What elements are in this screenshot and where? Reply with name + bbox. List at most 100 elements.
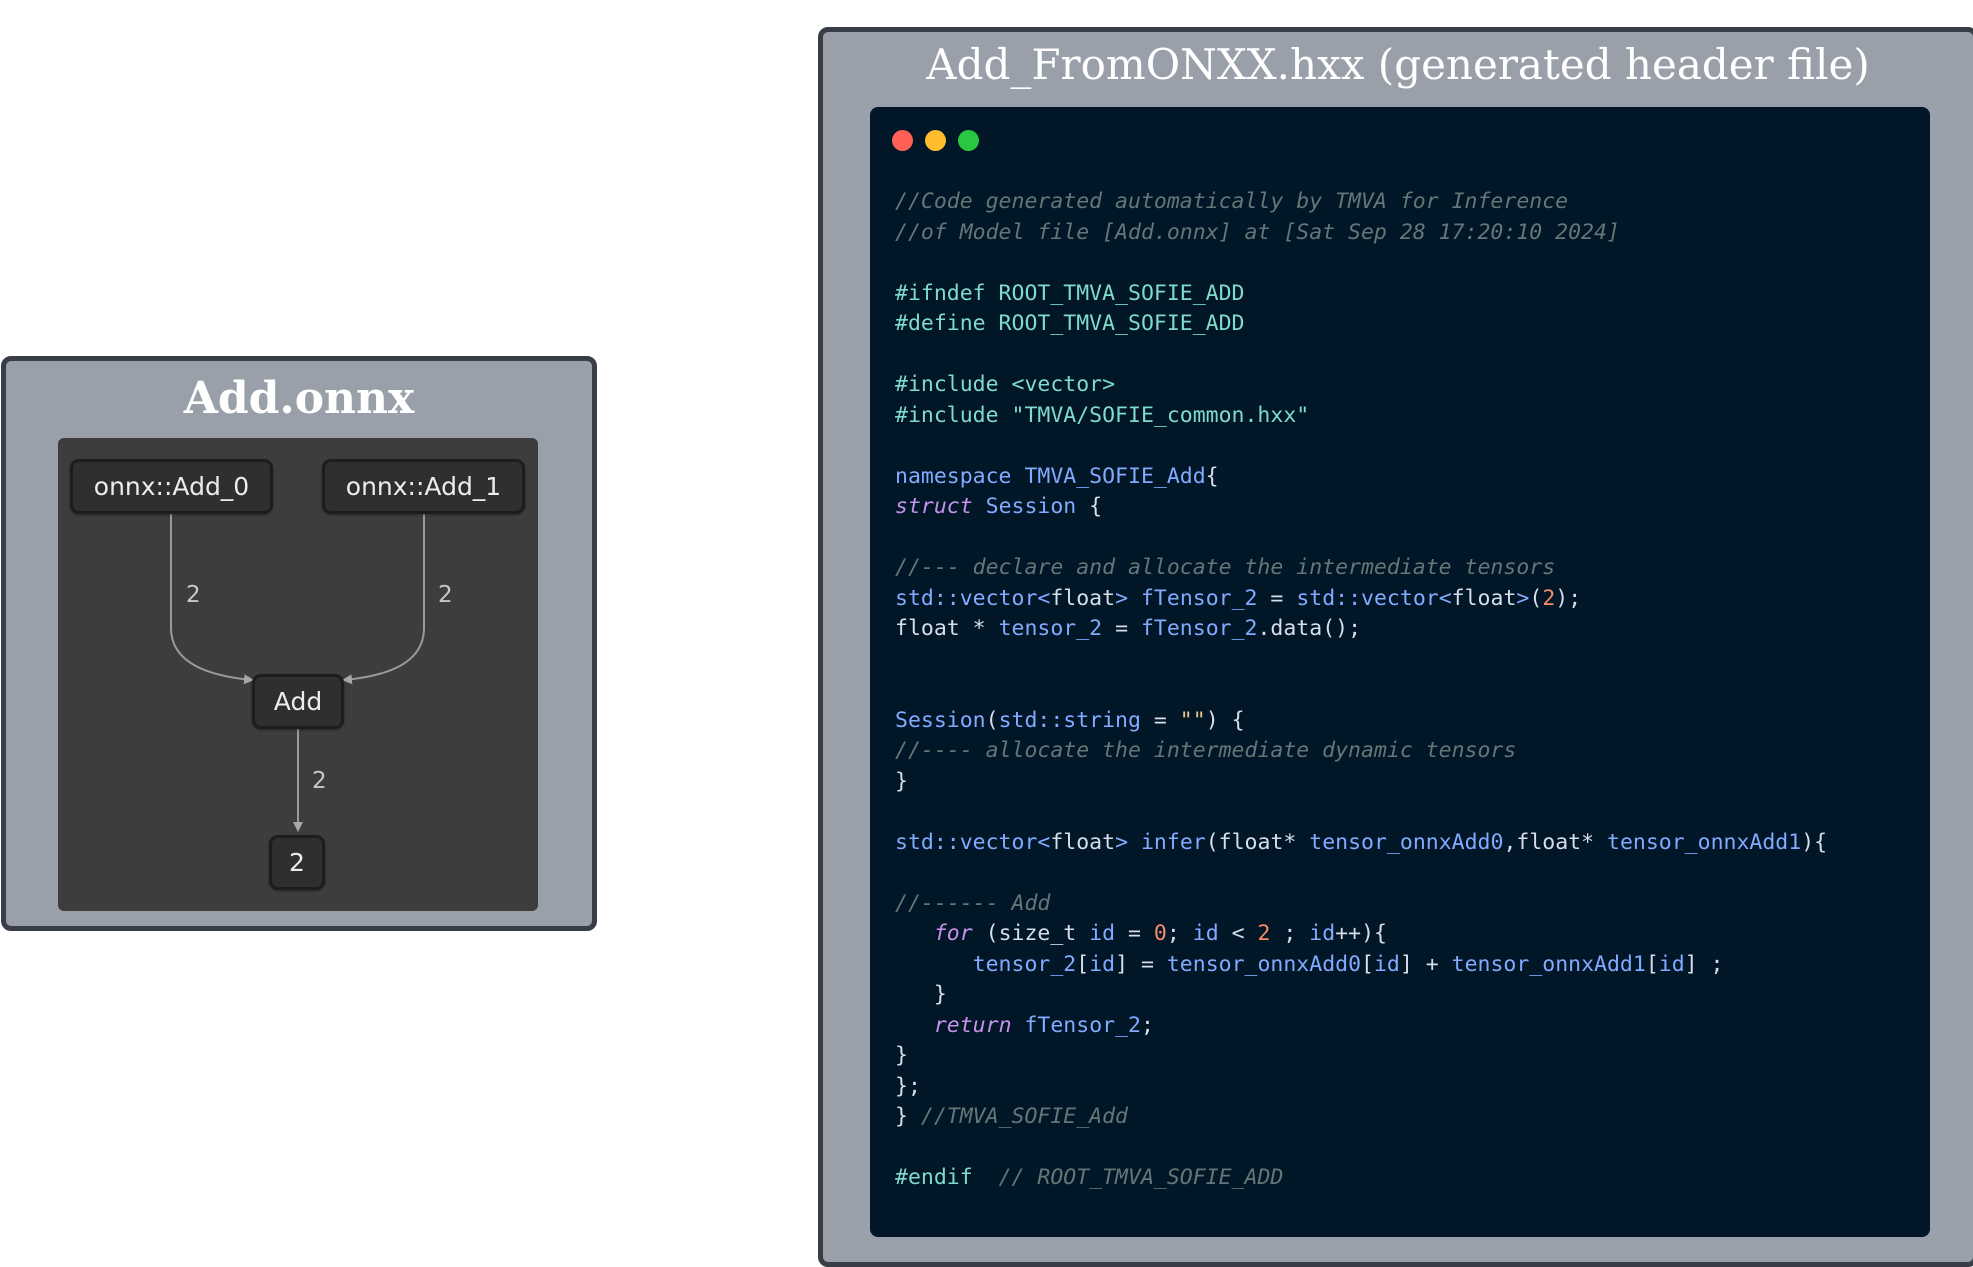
code-token: #ifndef ROOT_TMVA_SOFIE_ADD — [895, 280, 1245, 306]
code-line: for (size_t id = 0; id < 2 ; id++){ — [895, 919, 1827, 950]
code-token: = — [1115, 921, 1154, 946]
code-token: infer — [1140, 829, 1206, 855]
code-token: 0 — [1153, 921, 1167, 946]
code-token: } — [895, 1104, 921, 1129]
code-token: #include <vector> — [895, 372, 1116, 397]
code-token: #define ROOT_TMVA_SOFIE_ADD — [895, 311, 1245, 336]
code-token: } — [895, 768, 908, 794]
code-line: } — [895, 980, 1827, 1011]
code-token: ,float* — [1503, 829, 1608, 855]
code-line: std::vector<float> infer(float* tensor_o… — [895, 828, 1827, 859]
code-token: < — [1218, 921, 1258, 946]
code-token: = — [1257, 585, 1297, 611]
code-token: std::vector< — [895, 585, 1051, 611]
code-token: tensor_2 — [972, 951, 1077, 977]
code-token: > — [1115, 829, 1129, 855]
code-token: float * — [895, 616, 999, 641]
code-token: } — [895, 1043, 908, 1068]
code-token: float — [1050, 585, 1116, 611]
code-line: struct Session { — [895, 492, 1827, 523]
code-token: > — [1115, 585, 1129, 611]
code-token: }; — [895, 1073, 921, 1099]
edge-label-input0: 2 — [186, 582, 201, 608]
code-token: //---- allocate the intermediate dynamic… — [895, 738, 1517, 763]
code-token: #include "TMVA/SOFIE_common.hxx" — [895, 402, 1310, 428]
code-line: namespace TMVA_SOFIE_Add{ — [895, 462, 1827, 493]
code-line: return fTensor_2; — [895, 1011, 1827, 1042]
code-token: tensor_onnxAdd1 — [1451, 951, 1646, 977]
code-token: namespace TMVA_SOFIE_Add — [895, 463, 1206, 489]
code-token: ) { — [1205, 707, 1245, 733]
code-line: std::vector<float> fTensor_2 = std::vect… — [895, 584, 1827, 615]
code-token: Session — [985, 494, 1077, 519]
code-token: //------ Add — [895, 890, 1051, 916]
code-line: //of Model file [Add.onnx] at [Sat Sep 2… — [895, 218, 1827, 249]
code-token: // ROOT_TMVA_SOFIE_ADD — [998, 1165, 1284, 1190]
header-panel-title: Add_FromONXX.hxx (generated header file) — [926, 40, 1870, 89]
minimize-window-dot[interactable] — [925, 130, 946, 151]
code-line: tensor_2[id] = tensor_onnxAdd0[id] + ten… — [895, 950, 1827, 981]
code-token: Session — [895, 707, 986, 733]
code-token: { — [1076, 494, 1103, 519]
code-token: = — [1102, 616, 1141, 641]
code-token: //Code generated automatically by TMVA f… — [895, 189, 1569, 214]
close-window-dot[interactable] — [892, 130, 913, 151]
code-token: float — [1451, 585, 1517, 611]
code-token: (float* — [1205, 829, 1310, 855]
code-token: ] ; — [1684, 951, 1724, 977]
code-token: std::vector< — [895, 829, 1051, 855]
graph-node-add[interactable]: Add — [252, 674, 344, 729]
code-line: }; — [895, 1072, 1827, 1103]
code-token: [ — [1645, 951, 1659, 977]
code-token: std::string — [998, 707, 1141, 733]
code-token: .data(); — [1257, 616, 1362, 641]
code-token: tensor_onnxAdd1 — [1607, 829, 1802, 855]
graph-node-output[interactable]: 2 — [269, 835, 325, 890]
code-token: #endif — [895, 1165, 973, 1190]
code-token: ){ — [1801, 829, 1828, 855]
code-line: float * tensor_2 = fTensor_2.data(); — [895, 614, 1827, 645]
code-token: id — [1309, 921, 1336, 946]
code-token: ); — [1555, 585, 1582, 611]
maximize-window-dot[interactable] — [958, 130, 979, 151]
code-token: float — [1050, 829, 1116, 855]
edge-label-input1: 2 — [438, 582, 453, 608]
code-token: ; — [1270, 921, 1310, 946]
code-token: [ — [1361, 951, 1374, 977]
code-line: //------ Add — [895, 889, 1827, 920]
code-token: 2 — [1542, 585, 1556, 611]
code-line: Session(std::string = "") { — [895, 706, 1827, 737]
code-token: (size_t — [972, 921, 1090, 946]
code-token: } — [895, 982, 947, 1007]
code-token: { — [1205, 463, 1219, 489]
code-token: id — [1192, 921, 1219, 946]
code-line: //--- declare and allocate the intermedi… — [895, 553, 1827, 584]
code-window: //Code generated automatically by TMVA f… — [870, 107, 1930, 1237]
code-token: "" — [1179, 707, 1206, 733]
graph-node-input-0[interactable]: onnx::Add_0 — [70, 459, 273, 514]
code-token: tensor_2 — [998, 616, 1103, 641]
code-token: 2 — [1257, 921, 1271, 946]
code-line: } //TMVA_SOFIE_Add — [895, 1102, 1827, 1133]
code-token: //--- declare and allocate the intermedi… — [895, 555, 1556, 580]
graph-node-input-1[interactable]: onnx::Add_1 — [322, 459, 525, 514]
graph-canvas: onnx::Add_0 onnx::Add_1 Add 2 2 2 2 — [58, 438, 538, 911]
code-line: #define ROOT_TMVA_SOFIE_ADD — [895, 309, 1827, 340]
header-file-panel: Add_FromONXX.hxx (generated header file)… — [818, 27, 1973, 1267]
code-token: ++){ — [1335, 921, 1387, 946]
code-token: ] = — [1115, 951, 1167, 977]
code-line: } — [895, 767, 1827, 798]
onnx-panel-title: Add.onnx — [183, 373, 415, 424]
code-token: return — [933, 1012, 1012, 1038]
code-line: #include "TMVA/SOFIE_common.hxx" — [895, 401, 1827, 432]
code-token: fTensor_2 — [1140, 585, 1258, 611]
